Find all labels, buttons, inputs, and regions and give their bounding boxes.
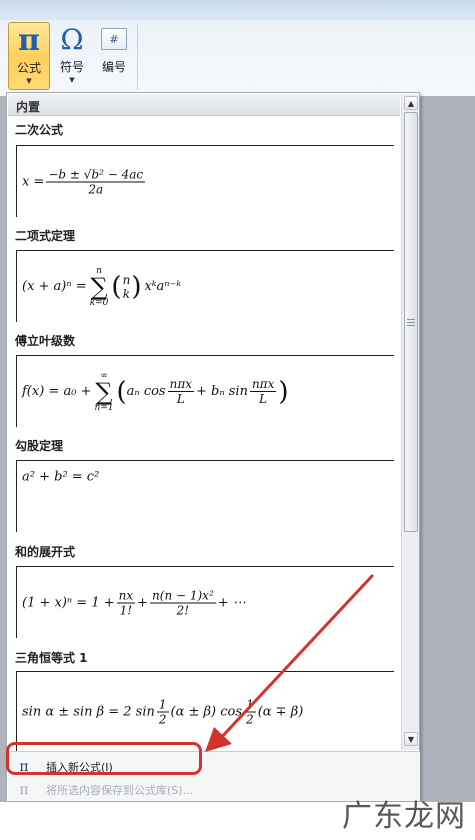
number-icon: # bbox=[101, 28, 127, 50]
omega-icon: Ω bbox=[60, 22, 84, 56]
number-button-label: 编号 bbox=[101, 60, 126, 74]
scroll-down-button[interactable]: ▼ bbox=[404, 732, 418, 746]
scrollbar-thumb[interactable] bbox=[404, 112, 418, 532]
fraction-numerator: n(n − 1)x² bbox=[150, 588, 216, 603]
gallery-item-title: 勾股定理 bbox=[15, 439, 64, 453]
summation: ∞ ∑ n=1 bbox=[94, 371, 113, 413]
formula-text: + bbox=[137, 595, 149, 610]
formula-fraction: nπx L bbox=[167, 377, 194, 406]
fraction-numerator: nπx bbox=[167, 377, 194, 392]
gallery-section-header: 内置 bbox=[8, 94, 400, 116]
pi-icon: π bbox=[18, 22, 40, 58]
gallery-item-trig[interactable]: sin α ± sin β = 2 sin 1 2 (α ± β) cos 1 … bbox=[16, 671, 394, 751]
fraction-denominator: L bbox=[259, 392, 268, 406]
fraction-numerator: −b ± √b² − 4ac bbox=[46, 167, 146, 182]
formula-fraction: nx 1! bbox=[116, 588, 136, 617]
formula-quadratic: x = −b ± √b² − 4ac 2a bbox=[22, 167, 147, 196]
gallery-item-binomial[interactable]: (x + a)ⁿ = n ∑ k=0 ( n k ) xᵏaⁿ⁻ᵏ bbox=[16, 250, 394, 322]
formula-expansion: (1 + x)ⁿ = 1 + nx 1! + n(n − 1)x² 2! + ⋯ bbox=[22, 588, 246, 617]
fraction-numerator: nπx bbox=[249, 377, 277, 392]
formula-fraction: nπx L bbox=[249, 377, 277, 406]
formula-text: (α ± β) cos bbox=[170, 704, 243, 719]
gallery-item-title: 三角恒等式 1 bbox=[15, 651, 88, 665]
grip-icon bbox=[407, 319, 415, 326]
formula-pythagorean: a² + b² = c² bbox=[22, 470, 99, 485]
gallery-item-title: 二次公式 bbox=[15, 123, 64, 137]
pi-icon: π bbox=[19, 782, 29, 798]
sum-lower: n=1 bbox=[94, 402, 114, 413]
formula-text: f(x) = a₀ + bbox=[22, 384, 92, 399]
equation-gallery-panel: 内置 二次公式 x = −b ± √b² − 4ac 2a 二项式定理 (x +… bbox=[6, 92, 420, 802]
ribbon-tab-strip bbox=[0, 0, 475, 20]
chevron-down-icon: ▼ bbox=[69, 76, 75, 84]
formula-text: (x + a)ⁿ = bbox=[22, 279, 87, 294]
watermark-logo: 广东龙网 bbox=[342, 799, 466, 834]
paren-right: ) bbox=[131, 271, 142, 302]
formula-fraction: n(n − 1)x² 2! bbox=[150, 588, 216, 617]
formula-fourier: f(x) = a₀ + ∞ ∑ n=1 ( aₙ cos nπx L + bₙ … bbox=[22, 371, 289, 413]
fraction-numerator: 1 bbox=[156, 697, 169, 712]
fraction-denominator: 1! bbox=[119, 603, 133, 617]
scroll-up-button[interactable]: ▲ bbox=[404, 96, 418, 110]
group-separator bbox=[137, 24, 138, 90]
symbol-button[interactable]: Ω 符号 ▼ bbox=[52, 22, 92, 90]
fraction-denominator: 2a bbox=[88, 182, 104, 196]
equation-button-label: 公式 bbox=[16, 61, 41, 75]
formula-text: + ⋯ bbox=[217, 595, 246, 610]
sigma-icon: ∑ bbox=[95, 377, 113, 406]
formula-fraction: 1 2 bbox=[244, 697, 256, 726]
fraction-numerator: 1 bbox=[244, 697, 256, 712]
binomial-coefficient: n k bbox=[123, 273, 131, 301]
formula-fraction: 1 2 bbox=[156, 697, 169, 726]
formula-fraction: −b ± √b² − 4ac 2a bbox=[46, 167, 146, 196]
gallery-item-pythagorean[interactable]: a² + b² = c² bbox=[16, 460, 394, 532]
gallery-item-title: 二项式定理 bbox=[15, 229, 76, 243]
paren-left: ( bbox=[111, 271, 122, 302]
gallery-item-expansion[interactable]: (1 + x)ⁿ = 1 + nx 1! + n(n − 1)x² 2! + ⋯ bbox=[16, 566, 394, 638]
highlight-annotation bbox=[6, 742, 202, 775]
formula-text: a² + b² = c² bbox=[22, 469, 100, 485]
fraction-numerator: nx bbox=[116, 588, 136, 603]
ribbon: π 公式 ▼ Ω 符号 ▼ # 编号 bbox=[0, 0, 475, 96]
binom-top: n bbox=[122, 272, 131, 287]
binom-bottom: k bbox=[122, 286, 131, 301]
gallery-item-fourier[interactable]: f(x) = a₀ + ∞ ∑ n=1 ( aₙ cos nπx L + bₙ … bbox=[16, 355, 394, 427]
gallery-scrollbar[interactable]: ▲ ▼ bbox=[401, 94, 419, 750]
formula-text: aₙ cos bbox=[126, 384, 166, 399]
formula-text: sin α ± sin β = 2 sin bbox=[22, 704, 155, 719]
symbol-button-label: 符号 bbox=[59, 60, 84, 74]
save-selection-label: 将所选内容保存到公式库(S)... bbox=[46, 784, 194, 797]
fraction-denominator: 2! bbox=[176, 603, 190, 617]
formula-text: (α ∓ β) bbox=[257, 704, 304, 719]
fraction-denominator: 2 bbox=[158, 712, 167, 726]
sigma-icon: ∑ bbox=[90, 272, 108, 301]
formula-text: xᵏaⁿ⁻ᵏ bbox=[144, 279, 182, 294]
gallery-item-title: 和的展开式 bbox=[15, 545, 76, 559]
number-button[interactable]: # 编号 bbox=[94, 22, 134, 90]
document-background bbox=[420, 96, 475, 840]
equation-button[interactable]: π 公式 ▼ bbox=[8, 22, 50, 90]
summation: n ∑ k=0 bbox=[90, 266, 109, 308]
chevron-down-icon: ▼ bbox=[26, 77, 32, 85]
formula-text: + bₙ sin bbox=[196, 384, 248, 399]
sum-lower: k=0 bbox=[89, 297, 109, 308]
formula-text: x = bbox=[22, 174, 45, 189]
paren-right: ) bbox=[278, 376, 289, 407]
formula-binomial: (x + a)ⁿ = n ∑ k=0 ( n k ) xᵏaⁿ⁻ᵏ bbox=[22, 266, 181, 308]
paren-left: ( bbox=[116, 376, 127, 407]
fraction-denominator: L bbox=[176, 392, 185, 406]
formula-text: (1 + x)ⁿ = 1 + bbox=[22, 595, 115, 610]
gallery-item-title: 傅立叶级数 bbox=[15, 334, 76, 348]
formula-trig: sin α ± sin β = 2 sin 1 2 (α ± β) cos 1 … bbox=[22, 697, 303, 726]
gallery-item-quadratic[interactable]: x = −b ± √b² − 4ac 2a bbox=[16, 145, 394, 217]
fraction-denominator: 2 bbox=[246, 712, 254, 726]
